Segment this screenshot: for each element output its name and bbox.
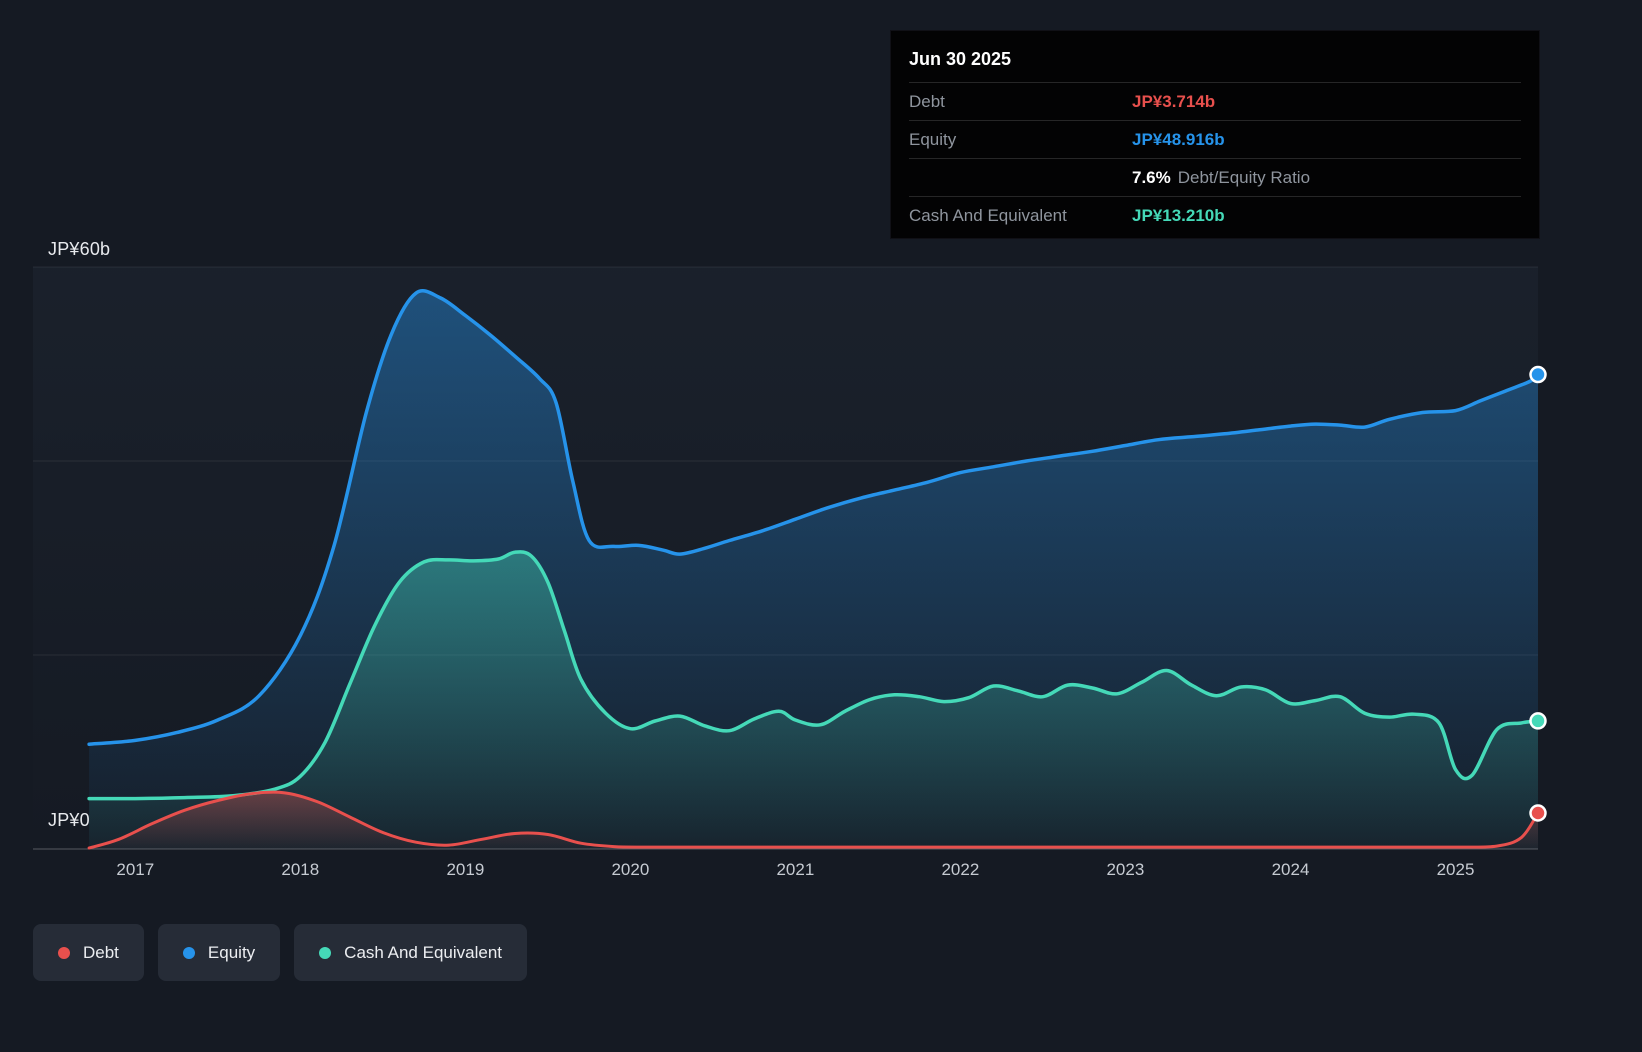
x-axis-label-2024: 2024 xyxy=(1271,860,1310,879)
equity-endpoint-marker-icon xyxy=(1529,365,1547,384)
tooltip-equity-label: Equity xyxy=(909,129,957,149)
x-axis-label-2025: 2025 xyxy=(1436,860,1475,879)
cash-and-equivalent-endpoint-marker-icon xyxy=(1529,712,1547,730)
legend-label: Debt xyxy=(83,942,119,962)
legend-label: Equity xyxy=(207,942,256,962)
tooltip: Jun 30 2025 Debt JP¥3.714b Equity JP¥48.… xyxy=(890,30,1540,239)
y-axis-label-0: JP¥0 xyxy=(48,810,90,830)
debt-dot-icon xyxy=(58,946,70,959)
tooltip-debt-value: JP¥3.714b xyxy=(1132,91,1216,111)
tooltip-row-ratio: 7.6% Debt/Equity Ratio xyxy=(909,158,1521,196)
tooltip-date: Jun 30 2025 xyxy=(909,49,1012,69)
tooltip-row-cash: Cash And Equivalent JP¥13.210b xyxy=(909,196,1521,234)
tooltip-equity-value: JP¥48.916b xyxy=(1132,129,1225,149)
debt-equity-history-page: JP¥60b JP¥0 2017 2018 2019 2020 2021 2022 2023… xyxy=(0,0,1642,1052)
tooltip-cash-label: Cash And Equivalent xyxy=(909,205,1067,225)
legend-item-debt[interactable]: Debt xyxy=(33,924,144,981)
tooltip-cash-value: JP¥13.210b xyxy=(1132,205,1225,225)
x-axis-label-2017: 2017 xyxy=(116,860,155,879)
legend-label: Cash And Equivalent xyxy=(344,942,503,962)
x-axis-label-2021: 2021 xyxy=(776,860,815,879)
debt-endpoint-marker-icon xyxy=(1529,804,1547,822)
equity-dot-icon xyxy=(182,946,195,959)
y-axis-label-60b: JP¥60b xyxy=(48,239,111,259)
legend-item-cash-and-equivalent[interactable]: Cash And Equivalent xyxy=(294,924,528,981)
legend: Debt Equity Cash And Equivalent xyxy=(33,924,528,981)
x-axis-label-2020: 2020 xyxy=(611,860,650,879)
tooltip-ratio-value: 7.6% xyxy=(1132,167,1171,187)
x-axis-label-2022: 2022 xyxy=(941,860,980,879)
tooltip-ratio: 7.6% Debt/Equity Ratio xyxy=(1132,168,1310,188)
x-axis-label-2019: 2019 xyxy=(446,860,485,879)
tooltip-row-debt: Debt JP¥3.714b xyxy=(909,82,1521,120)
legend-item-equity[interactable]: Equity xyxy=(157,924,281,981)
tooltip-row-equity: Equity JP¥48.916b xyxy=(909,120,1521,158)
cash-and-equivalent-dot-icon xyxy=(319,946,332,959)
x-axis-label-2018: 2018 xyxy=(281,860,320,879)
x-axis-label-2023: 2023 xyxy=(1106,860,1145,879)
tooltip-ratio-label: Debt/Equity Ratio xyxy=(1177,167,1311,187)
tooltip-debt-label: Debt xyxy=(909,91,945,111)
